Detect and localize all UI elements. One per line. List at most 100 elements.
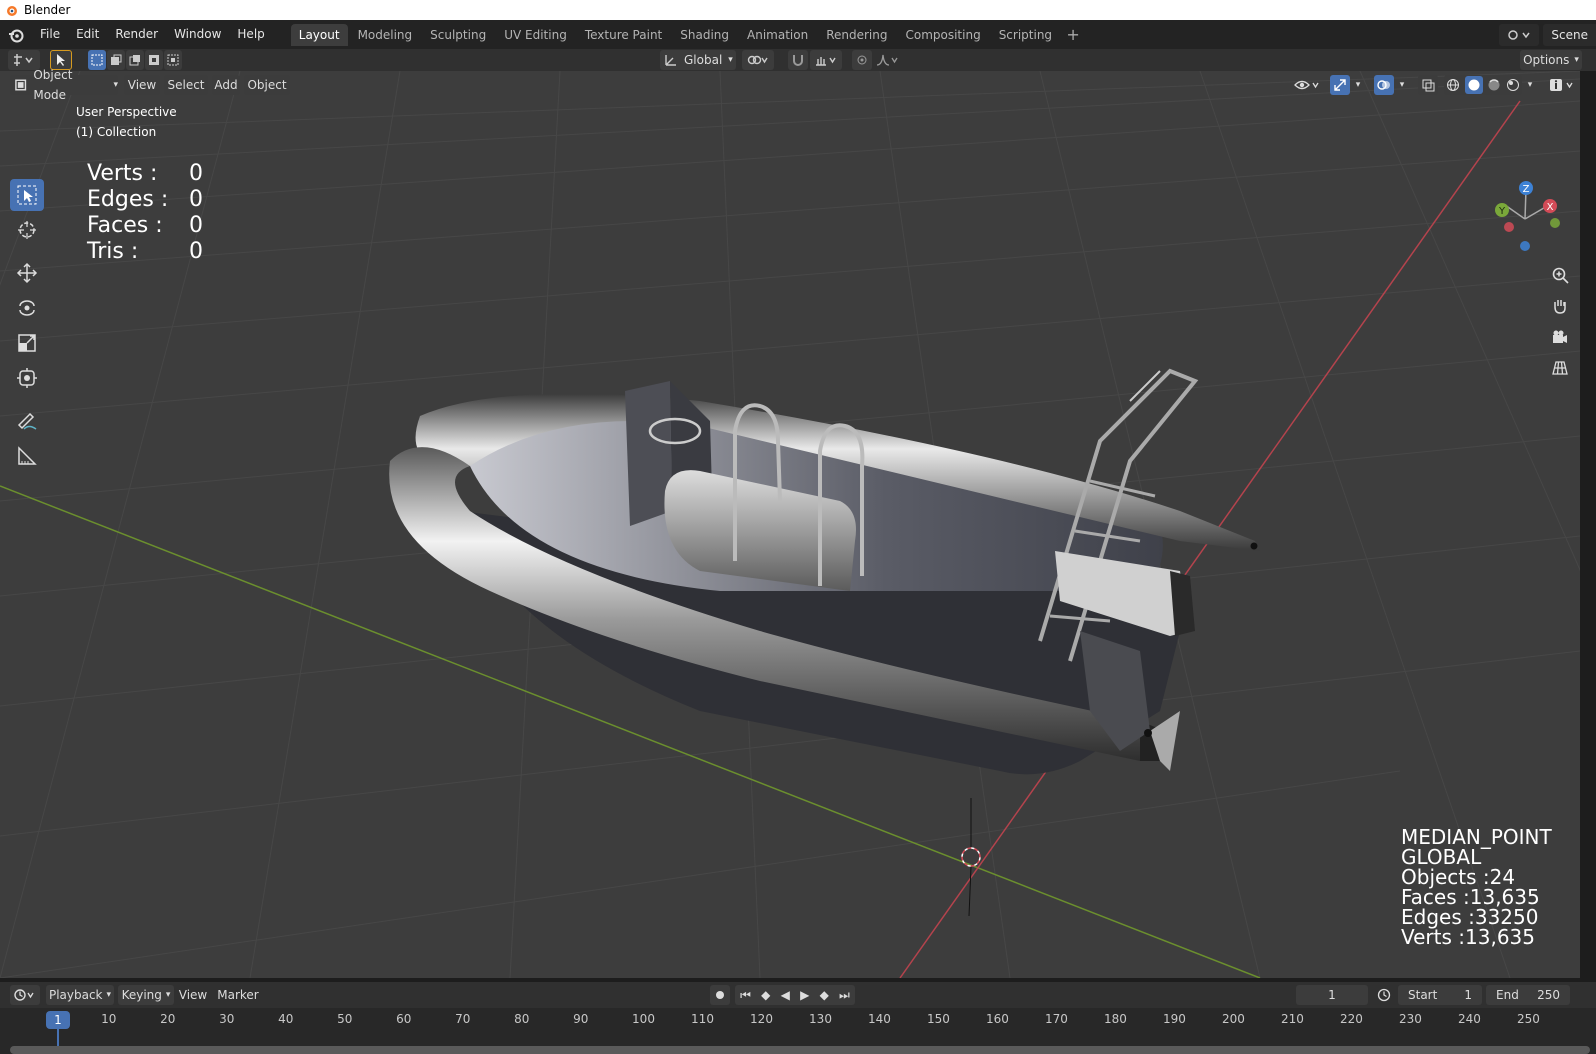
viewport-header: Object Mode ▾ View Select Add Object ▾ ▾… — [0, 68, 1580, 102]
xray-toggle-icon[interactable] — [1418, 75, 1438, 95]
object-menu[interactable]: Object — [244, 75, 290, 95]
frame-tick-label: 210 — [1281, 1012, 1304, 1026]
select-mode-intersect-icon[interactable] — [164, 50, 182, 70]
gizmo-dropdown-chevron-icon[interactable]: ▾ — [1350, 75, 1366, 95]
menu-window[interactable]: Window — [166, 20, 229, 49]
timeline[interactable]: 1 10 20 30 40 50 60 70 80 90 100 110 120 130 140 150 16… — [0, 1008, 1596, 1054]
scene-name[interactable]: Scene — [1543, 23, 1596, 46]
tab-rendering[interactable]: Rendering — [818, 24, 895, 46]
record-button-icon[interactable] — [710, 985, 730, 1005]
add-menu[interactable]: Add — [212, 75, 240, 95]
navigation-gizmo[interactable]: Z Y X — [1493, 179, 1573, 259]
zoom-icon[interactable] — [1546, 261, 1574, 289]
overlays-toggle-icon[interactable] — [1374, 75, 1394, 95]
timeline-editor-type-icon[interactable] — [10, 985, 40, 1005]
objects-stat: Objects :24 — [1401, 865, 1516, 889]
next-keyframe-icon[interactable]: ◆ — [820, 985, 829, 1005]
info-dropdown[interactable] — [1546, 75, 1580, 95]
snap-target-dropdown[interactable] — [810, 50, 842, 70]
blender-menu-icon[interactable] — [0, 20, 32, 49]
select-box-tool-icon[interactable] — [10, 179, 44, 211]
scale-tool-icon[interactable] — [10, 327, 44, 359]
end-frame-field[interactable]: End 250 — [1486, 985, 1570, 1005]
scene-browse-icon[interactable] — [1499, 23, 1540, 46]
preview-range-icon[interactable] — [1374, 985, 1394, 1005]
playhead-frame[interactable]: 1 — [46, 1011, 70, 1029]
view-menu[interactable]: View — [124, 75, 160, 95]
timeline-scrollbar[interactable] — [10, 1046, 1590, 1054]
snap-toggle-icon[interactable] — [788, 50, 808, 70]
rendered-shading-icon[interactable] — [1506, 78, 1520, 92]
frame-tick-label: 130 — [809, 1012, 832, 1026]
menu-render[interactable]: Render — [107, 20, 166, 49]
frame-tick-label: 110 — [691, 1012, 714, 1026]
tab-shading[interactable]: Shading — [672, 24, 737, 46]
wireframe-shading-icon[interactable] — [1446, 78, 1460, 92]
prev-keyframe-icon[interactable]: ◆ — [761, 985, 770, 1005]
add-workspace-button[interactable]: + — [1062, 25, 1084, 44]
frame-tick-label: 60 — [396, 1012, 412, 1026]
cursor-tool-icon[interactable] — [10, 214, 44, 246]
tab-sculpting[interactable]: Sculpting — [422, 24, 494, 46]
window-title: Blender — [24, 3, 71, 17]
proportional-editing-icon[interactable] — [852, 50, 872, 70]
frame-tick-label: 70 — [455, 1012, 471, 1026]
frame-tick-label: 190 — [1163, 1012, 1186, 1026]
boat-model[interactable] — [389, 368, 1260, 775]
workspace-tabs: Layout Modeling Sculpting UV Editing Tex… — [290, 20, 1084, 49]
transform-orientation-dropdown[interactable]: Global ▾ — [660, 50, 736, 70]
frame-tick-label: 40 — [278, 1012, 294, 1026]
interaction-mode-dropdown[interactable]: Object Mode ▾ — [10, 68, 118, 102]
overlays-dropdown-chevron-icon[interactable]: ▾ — [1394, 75, 1410, 95]
tab-compositing[interactable]: Compositing — [897, 24, 988, 46]
material-shading-icon[interactable] — [1487, 78, 1501, 92]
menu-help[interactable]: Help — [229, 20, 272, 49]
play-reverse-icon[interactable]: ◀ — [781, 985, 790, 1005]
rotate-tool-icon[interactable] — [10, 292, 44, 324]
menu-file[interactable]: File — [32, 20, 68, 49]
tab-uv-editing[interactable]: UV Editing — [496, 24, 575, 46]
chevron-down-icon: ▾ — [113, 80, 118, 90]
3d-viewport[interactable]: User Perspective (1) Collection Verts :0… — [0, 71, 1580, 978]
jump-end-icon[interactable]: ⏭ — [839, 985, 850, 1005]
play-icon[interactable]: ▶ — [800, 985, 809, 1005]
menu-edit[interactable]: Edit — [68, 20, 107, 49]
3d-cursor-icon[interactable] — [961, 798, 981, 917]
marker-menu[interactable]: Marker — [216, 985, 260, 1005]
select-mode-extend-icon[interactable] — [107, 50, 125, 70]
frame-tick-label: 140 — [868, 1012, 891, 1026]
select-mode-subtract-icon[interactable] — [126, 50, 144, 70]
start-frame-field[interactable]: Start 1 — [1398, 985, 1482, 1005]
solid-shading-icon[interactable] — [1464, 76, 1483, 94]
tab-animation[interactable]: Animation — [739, 24, 816, 46]
frame-tick-label: 240 — [1458, 1012, 1481, 1026]
keying-menu[interactable]: Keying ▾ — [118, 985, 174, 1005]
playback-controls: ⏮ ◆ ◀ ▶ ◆ ⏭ — [735, 985, 855, 1005]
timeline-view-menu[interactable]: View — [178, 985, 208, 1005]
current-frame-field[interactable]: 1 — [1296, 985, 1368, 1005]
visibility-dropdown[interactable] — [1290, 75, 1324, 95]
move-tool-icon[interactable] — [10, 257, 44, 289]
frame-tick-label: 10 — [101, 1012, 117, 1026]
jump-start-icon[interactable]: ⏮ — [740, 985, 751, 1005]
select-mode-invert-icon[interactable] — [145, 50, 163, 70]
gizmo-toggle-icon[interactable] — [1330, 75, 1350, 95]
transform-tool-icon[interactable] — [10, 362, 44, 394]
shading-dropdown-chevron-icon[interactable]: ▾ — [1522, 75, 1538, 95]
pan-hand-icon[interactable] — [1546, 292, 1574, 320]
select-menu[interactable]: Select — [164, 75, 208, 95]
playback-menu[interactable]: Playback ▾ — [46, 985, 114, 1005]
camera-view-icon[interactable] — [1546, 323, 1574, 351]
window-titlebar: Blender — [0, 0, 1596, 20]
proportional-falloff-dropdown[interactable] — [874, 50, 902, 70]
tab-layout[interactable]: Layout — [290, 23, 348, 46]
tab-texture-paint[interactable]: Texture Paint — [577, 24, 670, 46]
tab-scripting[interactable]: Scripting — [991, 24, 1060, 46]
measure-tool-icon[interactable] — [10, 440, 44, 472]
options-dropdown[interactable]: Options ▾ — [1520, 50, 1582, 70]
perspective-toggle-icon[interactable] — [1546, 354, 1574, 382]
pivot-point-dropdown[interactable] — [742, 50, 774, 70]
annotate-tool-icon[interactable] — [10, 405, 44, 437]
main-menu: File Edit Render Window Help — [32, 20, 273, 49]
tab-modeling[interactable]: Modeling — [350, 24, 421, 46]
